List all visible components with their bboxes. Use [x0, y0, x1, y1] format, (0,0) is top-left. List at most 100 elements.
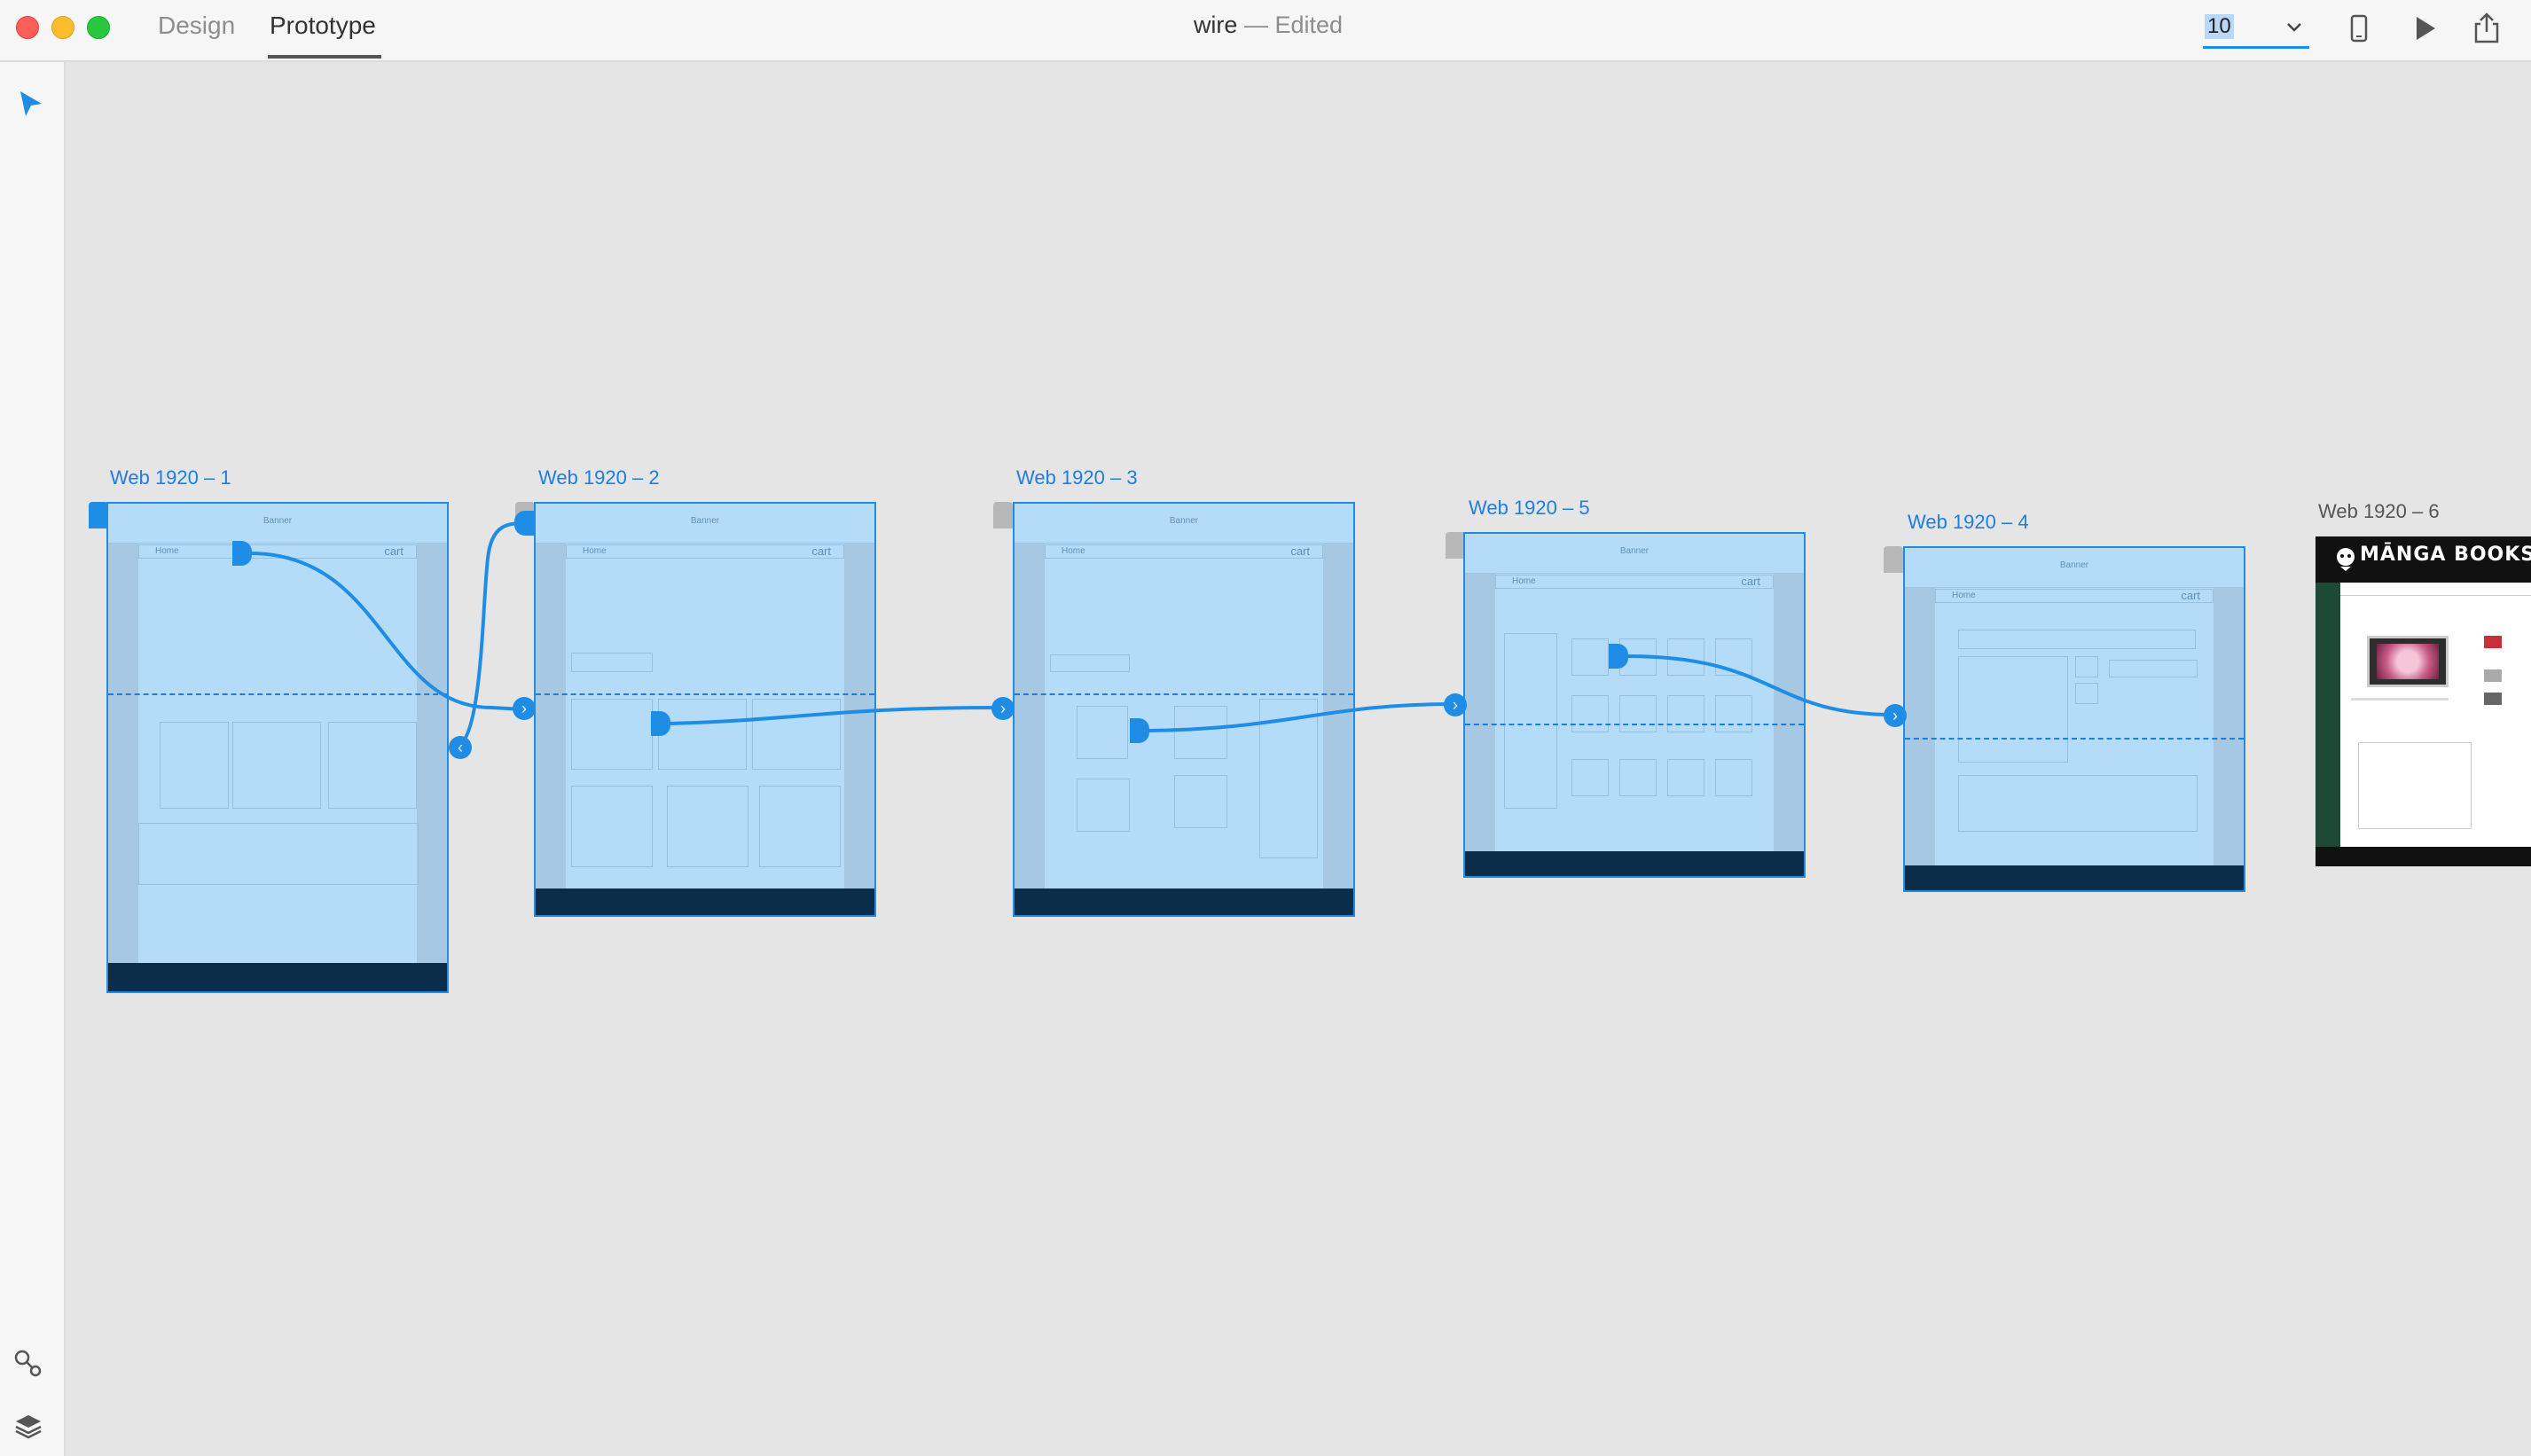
link-icon[interactable] — [12, 1348, 44, 1380]
tab-prototype[interactable]: Prototype — [270, 12, 376, 40]
layers-icon[interactable] — [12, 1410, 44, 1442]
side-column — [1015, 543, 1045, 890]
fold-line — [1905, 738, 2244, 740]
artboard-label[interactable]: Web 1920 – 3 — [1016, 466, 1138, 489]
select-tool-icon[interactable] — [16, 89, 46, 119]
banner-label: Banner — [263, 516, 293, 526]
play-icon[interactable] — [2407, 11, 2442, 46]
placeholder-box — [1571, 759, 1609, 796]
placeholder-box — [1958, 630, 2196, 649]
placeholder-box — [2109, 660, 2198, 677]
artboard-label[interactable]: Web 1920 – 1 — [110, 466, 231, 489]
placeholder-box — [1571, 638, 1609, 676]
device-icon[interactable] — [2341, 11, 2377, 46]
artboard-footer — [1465, 851, 1804, 876]
artboard-label[interactable]: Web 1920 – 5 — [1469, 497, 1590, 520]
mockup-footer — [2316, 847, 2531, 866]
nav-cart-label: cart — [1290, 544, 1310, 558]
title-bar: Design Prototype wire — Edited 10 — [0, 0, 2531, 62]
banner-label: Banner — [690, 516, 720, 526]
chevron-right-icon[interactable]: › — [1444, 693, 1467, 716]
share-icon[interactable] — [2469, 11, 2504, 46]
mockup-nav — [2340, 583, 2531, 596]
chevron-left-icon[interactable]: ‹ — [449, 736, 472, 759]
placeholder-box — [1050, 654, 1130, 672]
fold-line — [536, 693, 874, 695]
zoom-value[interactable]: 10 — [2205, 14, 2234, 39]
chevron-right-icon[interactable]: › — [991, 697, 1015, 720]
laptop-image — [2367, 636, 2449, 687]
thumb-image — [2484, 636, 2502, 648]
artboard-label[interactable]: Web 1920 – 4 — [1908, 511, 2029, 534]
placeholder-box — [328, 722, 417, 809]
active-tab-indicator — [268, 55, 381, 59]
placeholder-box — [232, 722, 321, 809]
hotspot-handle[interactable] — [1609, 644, 1628, 669]
artboard-banner: Banner — [1015, 504, 1353, 544]
maximize-window-button[interactable] — [87, 16, 110, 39]
side-column — [1905, 587, 1935, 869]
placeholder-box — [2075, 683, 2098, 704]
start-tab[interactable] — [1446, 532, 1465, 559]
artboard-footer — [536, 888, 874, 915]
placeholder-box — [1619, 695, 1657, 732]
zoom-select[interactable]: 10 — [2203, 9, 2309, 49]
nav-cart-label: cart — [811, 544, 831, 558]
artboard[interactable]: Banner Home cart — [1013, 502, 1355, 917]
nav-home-label: Home — [1062, 546, 1085, 556]
tab-design[interactable]: Design — [158, 12, 235, 40]
thumb-image — [2484, 693, 2502, 705]
mockup-spec-table — [2358, 742, 2472, 829]
artboard-footer — [108, 963, 447, 991]
fold-line — [1015, 693, 1353, 695]
side-column — [844, 543, 874, 890]
bookstore-logo: MĀNGA BOOKSTOR — [2360, 544, 2531, 566]
document-status: Edited — [1274, 12, 1344, 38]
minimize-window-button[interactable] — [51, 16, 74, 39]
placeholder-box — [752, 699, 841, 770]
side-column — [536, 543, 566, 890]
close-window-button[interactable] — [16, 16, 39, 39]
placeholder-box — [1174, 706, 1227, 759]
start-tab[interactable] — [1884, 546, 1903, 573]
mascot-logo-icon — [2337, 548, 2355, 571]
artboard[interactable]: Banner Home cart — [106, 502, 449, 993]
placeholder-box — [1174, 775, 1227, 828]
artboard-nav: Home cart — [566, 544, 844, 559]
artboard-banner: Banner — [536, 504, 874, 544]
artboard[interactable]: Banner Home cart — [1903, 546, 2245, 892]
chevron-right-icon[interactable]: › — [513, 697, 536, 720]
placeholder-box — [1958, 775, 2198, 832]
hotspot-handle[interactable] — [232, 541, 252, 566]
placeholder-box — [1715, 695, 1752, 732]
banner-label: Banner — [1169, 516, 1199, 526]
hotspot-handle[interactable] — [1130, 718, 1149, 743]
nav-cart-label: cart — [1741, 575, 1760, 588]
mockup-side-column — [2316, 583, 2340, 849]
document-name: wire — [1193, 12, 1238, 38]
start-tab[interactable] — [993, 502, 1013, 528]
artboard-nav: Home cart — [138, 544, 417, 559]
hotspot-handle[interactable] — [651, 711, 670, 736]
artboard-footer — [1905, 865, 2244, 890]
placeholder-box — [2075, 656, 2098, 677]
artboard[interactable]: Banner Home cart — [534, 502, 876, 917]
artboard-banner: Banner — [108, 504, 447, 544]
thumb-image — [2484, 669, 2502, 682]
design-canvas[interactable]: Web 1920 – 1 Banner Home cart Web 1920 – … — [66, 62, 2531, 1456]
placeholder-box — [571, 786, 653, 867]
artboard-mockup[interactable]: MĀNGA BOOKSTOR — [2316, 536, 2531, 866]
placeholder-box — [1259, 699, 1318, 858]
nav-home-label: Home — [1952, 591, 1976, 600]
hotspot-handle[interactable] — [514, 511, 534, 536]
placeholder-box — [1077, 706, 1128, 759]
artboard-label[interactable]: Web 1920 – 2 — [538, 466, 660, 489]
chevron-right-icon[interactable]: › — [1884, 704, 1907, 727]
side-column — [1465, 573, 1495, 855]
nav-cart-label: cart — [2181, 589, 2200, 602]
artboard[interactable]: Banner Home cart — [1463, 532, 1806, 878]
artboard-label[interactable]: Web 1920 – 6 — [2318, 500, 2440, 523]
home-start-tab[interactable] — [89, 502, 108, 528]
nav-home-label: Home — [1512, 576, 1536, 586]
chevron-down-icon[interactable] — [2284, 18, 2304, 37]
